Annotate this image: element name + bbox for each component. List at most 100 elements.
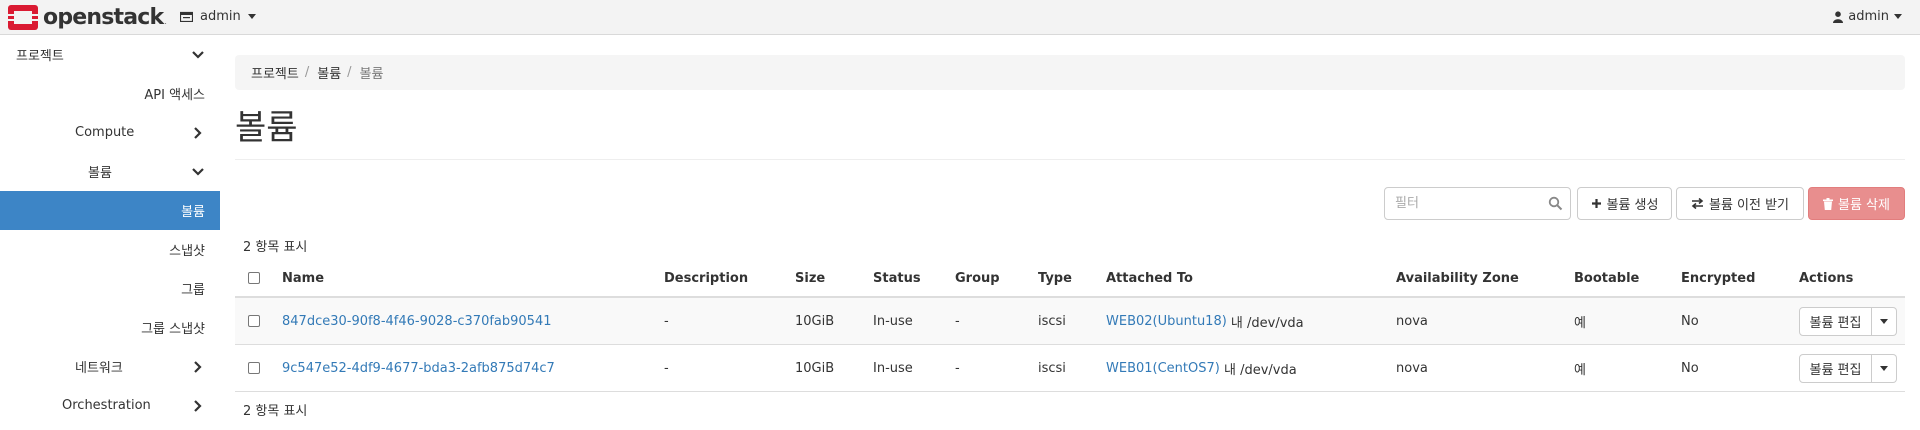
edit-volume-button[interactable]: 볼륨 편집 [1799,307,1872,336]
sidebar-item-label: 그룹 [181,283,205,298]
project-dropdown[interactable]: admin [180,9,256,24]
volume-availability-zone: nova [1396,360,1428,376]
more-actions-toggle[interactable] [1872,354,1897,383]
column-header-actions: Actions [1799,270,1854,286]
column-header-description[interactable]: Description [664,260,748,296]
row-select-cell [248,298,260,344]
more-actions-toggle[interactable] [1872,307,1897,336]
row-actions: 볼륨 편집 [1799,307,1897,336]
page-title: 볼륨 [235,108,298,148]
sidebar-item-volumes-group[interactable]: 볼륨 [0,152,220,191]
project-icon [180,11,193,22]
breadcrumb: 프로젝트 / 볼륨 / 볼륨 [235,55,1905,90]
create-volume-button[interactable]: 볼륨 생성 [1577,187,1672,220]
breadcrumb-separator: / [304,65,310,80]
top-navbar: openstack . admin admin [0,0,1920,35]
select-all-checkbox[interactable] [248,272,260,284]
sidebar-item-groups[interactable]: 그룹 [0,269,220,308]
column-header-size[interactable]: Size [795,260,825,296]
item-count-top: 2 항목 표시 [243,240,308,255]
item-count-bottom: 2 항목 표시 [243,404,308,419]
column-header-status[interactable]: Status [873,260,921,296]
openstack-logo-icon [8,4,38,30]
volume-encrypted: No [1681,360,1699,376]
attached-device: 내 /dev/vda [1219,362,1297,378]
delete-volumes-button[interactable]: 볼륨 삭제 [1808,187,1905,220]
select-all-cell [248,260,260,296]
chevron-right-icon [194,127,202,139]
sidebar-item-compute[interactable]: Compute [0,113,220,152]
volume-type: iscsi [1038,360,1066,376]
sidebar-item-label: 볼륨 [181,205,205,220]
transfer-arrows-icon [1691,198,1704,209]
volume-bootable: 예 [1574,362,1586,378]
accept-transfer-button[interactable]: 볼륨 이전 받기 [1676,187,1804,220]
volume-name-link[interactable]: 9c547e52-4df9-4677-bda3-2afb875d74c7 [282,361,555,376]
sidebar-item-volumes[interactable]: 볼륨 [0,191,220,230]
volume-size: 10GiB [795,313,835,329]
volume-description: - [664,313,669,329]
chevron-right-icon [194,400,202,412]
caret-down-icon [247,14,256,19]
chevron-down-icon [192,168,204,176]
volume-bootable: 예 [1574,315,1586,331]
volume-attached-to: WEB01(CentOS7) 내 /dev/vda [1106,345,1297,391]
column-header-type[interactable]: Type [1038,260,1072,296]
edit-volume-button[interactable]: 볼륨 편집 [1799,354,1872,383]
openstack-logo[interactable]: openstack . [8,3,167,31]
column-header-bootable[interactable]: Bootable [1574,260,1639,296]
table-row: 847dce30-90f8-4f46-9028-c370fab90541 - 1… [235,298,1905,345]
volume-encrypted: No [1681,313,1699,329]
sidebar-item-orchestration[interactable]: Orchestration [0,386,220,425]
project-dropdown-label: admin [200,9,241,24]
trash-icon [1823,197,1833,210]
row-checkbox[interactable] [248,362,260,374]
search-icon[interactable] [1548,196,1563,211]
sidebar-item-label: Orchestration [62,398,151,413]
user-dropdown[interactable]: admin [1833,9,1902,24]
breadcrumb-item-current: 볼륨 [359,67,384,82]
user-dropdown-label: admin [1848,9,1889,24]
breadcrumb-item-project[interactable]: 프로젝트 [251,63,299,82]
volume-description: - [664,360,669,376]
plus-icon [1591,199,1601,208]
filter-field[interactable] [1384,187,1571,220]
column-header-attached-to[interactable]: Attached To [1106,260,1193,296]
volume-size: 10GiB [795,360,835,376]
column-header-name[interactable]: Name [282,260,324,296]
attached-instance-link[interactable]: WEB02(Ubuntu18) [1106,314,1227,329]
sidebar-item-label: 그룹 스냅샷 [141,322,205,337]
column-header-group[interactable]: Group [955,260,1000,296]
sidebar-item-network[interactable]: 네트워크 [0,347,220,386]
sidebar-item-snapshots[interactable]: 스냅샷 [0,230,220,269]
sidebar-item-project[interactable]: 프로젝트 [0,35,220,74]
column-header-encrypted[interactable]: Encrypted [1681,260,1755,296]
filter-input[interactable] [1395,188,1545,218]
table-row: 9c547e52-4df9-4677-bda3-2afb875d74c7 - 1… [235,345,1905,392]
sidebar-item-label: API 액세스 [144,88,205,103]
volume-status: In-use [873,313,913,329]
sidebar-item-label: 볼륨 [88,166,112,181]
caret-down-icon [1880,319,1888,324]
volume-availability-zone: nova [1396,313,1428,329]
attached-device: 내 /dev/vda [1226,315,1304,331]
sidebar-item-label: 프로젝트 [16,49,64,64]
column-header-availability-zone[interactable]: Availability Zone [1396,260,1519,296]
title-divider [235,159,1905,160]
breadcrumb-item-volumes-group[interactable]: 볼륨 [317,63,341,82]
chevron-right-icon [194,361,202,373]
sidebar-item-label: Compute [75,125,135,140]
sidebar-item-api-access[interactable]: API 액세스 [0,74,220,113]
user-icon [1833,10,1844,23]
volume-name-link[interactable]: 847dce30-90f8-4f46-9028-c370fab90541 [282,314,552,329]
volume-name-cell: 847dce30-90f8-4f46-9028-c370fab90541 [282,298,552,344]
row-checkbox[interactable] [248,315,260,327]
caret-down-icon [1880,366,1888,371]
row-actions: 볼륨 편집 [1799,354,1897,383]
delete-volumes-label: 볼륨 삭제 [1838,198,1890,213]
chevron-down-icon [192,51,204,59]
breadcrumb-separator: / [347,65,352,80]
sidebar-item-group-snapshots[interactable]: 그룹 스냅샷 [0,308,220,347]
attached-instance-link[interactable]: WEB01(CentOS7) [1106,361,1220,376]
volume-name-cell: 9c547e52-4df9-4677-bda3-2afb875d74c7 [282,345,555,391]
